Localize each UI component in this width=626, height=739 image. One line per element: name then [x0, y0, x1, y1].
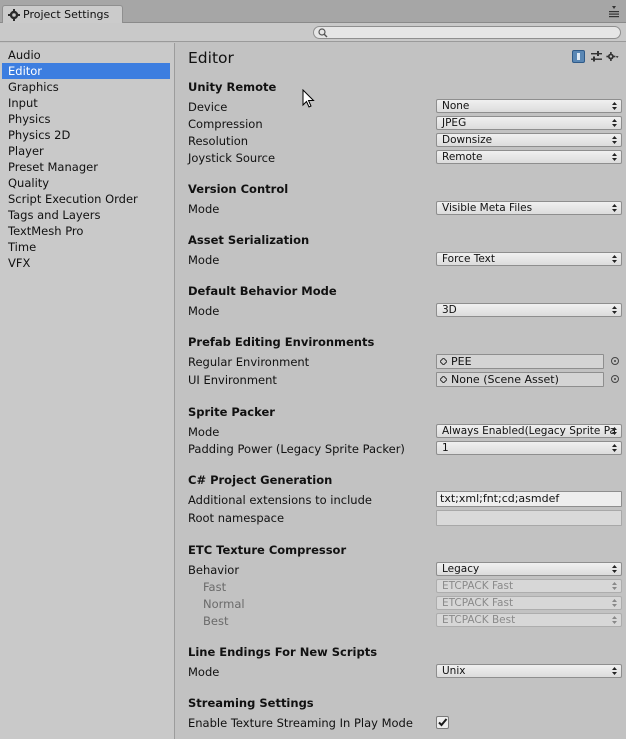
etc-best-dropdown[interactable]: ETCPACK Best — [436, 613, 622, 627]
sprite-packer-mode-dropdown[interactable]: Always Enabled(Legacy Sprite Pa — [436, 424, 622, 438]
serialization-mode-dropdown[interactable]: Force Text — [436, 252, 622, 266]
padding-power-label: Padding Power (Legacy Sprite Packer) — [188, 442, 405, 456]
sidebar: Audio Editor Graphics Input Physics Phys… — [0, 43, 175, 739]
etc-best-label: Best — [203, 614, 229, 628]
etc-normal-label: Normal — [203, 597, 245, 611]
dropdown-arrows-icon — [612, 306, 617, 314]
dropdown-arrows-icon — [612, 102, 617, 110]
tab-title: Project Settings — [23, 8, 110, 21]
dropdown-arrows-icon — [612, 565, 617, 573]
settings-gear-icon — [8, 8, 20, 21]
vc-mode-label: Mode — [188, 202, 220, 216]
root-namespace-field[interactable] — [436, 510, 622, 526]
behavior-mode-label: Mode — [188, 304, 220, 318]
search-icon — [318, 28, 328, 38]
dropdown-arrows-icon — [612, 153, 617, 161]
sidebar-item-input[interactable]: Input — [2, 95, 170, 111]
sidebar-item-quality[interactable]: Quality — [2, 175, 170, 191]
dropdown-arrows-icon — [612, 427, 617, 435]
sidebar-item-textmesh-pro[interactable]: TextMesh Pro — [2, 223, 170, 239]
section-line-endings: Line Endings For New Scripts — [188, 645, 378, 659]
etc-behavior-label: Behavior — [188, 563, 240, 577]
sidebar-item-script-execution-order[interactable]: Script Execution Order — [2, 191, 170, 207]
device-label: Device — [188, 100, 228, 114]
checkmark-icon — [438, 718, 448, 727]
resolution-dropdown[interactable]: Downsize — [436, 133, 622, 147]
joystick-source-label: Joystick Source — [188, 151, 276, 165]
section-default-behavior-mode: Default Behavior Mode — [188, 284, 337, 298]
sidebar-item-editor[interactable]: Editor — [2, 63, 170, 79]
dropdown-arrows-icon — [612, 204, 617, 212]
window-tab-strip: Project Settings — [0, 0, 626, 23]
section-csharp-project-generation: C# Project Generation — [188, 473, 333, 487]
sidebar-item-time[interactable]: Time — [2, 239, 170, 255]
settings-panel: Editor Unity Remote Device None Compress… — [176, 43, 626, 739]
dropdown-arrows-icon — [612, 136, 617, 144]
dropdown-arrows-icon — [612, 444, 617, 452]
sidebar-item-player[interactable]: Player — [2, 143, 170, 159]
dropdown-arrows-icon — [612, 616, 617, 624]
section-asset-serialization: Asset Serialization — [188, 233, 310, 247]
object-picker-icon[interactable] — [611, 375, 619, 383]
help-book-icon[interactable] — [572, 50, 585, 63]
dropdown-arrows-icon — [612, 667, 617, 675]
additional-extensions-field[interactable]: txt;xml;fnt;cd;asmdef — [436, 491, 622, 507]
padding-power-dropdown[interactable]: 1 — [436, 441, 622, 455]
etc-behavior-dropdown[interactable]: Legacy — [436, 562, 622, 576]
search-input[interactable] — [313, 26, 621, 39]
vc-mode-dropdown[interactable]: Visible Meta Files — [436, 201, 622, 215]
etc-fast-dropdown[interactable]: ETCPACK Fast — [436, 579, 622, 593]
sidebar-item-physics[interactable]: Physics — [2, 111, 170, 127]
device-dropdown[interactable]: None — [436, 99, 622, 113]
joystick-source-dropdown[interactable]: Remote — [436, 150, 622, 164]
line-endings-mode-dropdown[interactable]: Unix — [436, 664, 622, 678]
section-version-control: Version Control — [188, 182, 289, 196]
additional-extensions-label: Additional extensions to include — [188, 493, 372, 507]
dropdown-arrows-icon — [612, 119, 617, 127]
sidebar-item-vfx[interactable]: VFX — [2, 255, 170, 271]
serialization-mode-label: Mode — [188, 253, 220, 267]
dropdown-arrows-icon — [612, 599, 617, 607]
section-streaming-settings: Streaming Settings — [188, 696, 314, 710]
root-namespace-label: Root namespace — [188, 511, 285, 525]
section-sprite-packer: Sprite Packer — [188, 405, 275, 419]
toolbar — [0, 23, 626, 42]
compression-dropdown[interactable]: JPEG — [436, 116, 622, 130]
section-etc-texture-compressor: ETC Texture Compressor — [188, 543, 347, 557]
resolution-label: Resolution — [188, 134, 249, 148]
regular-environment-field[interactable]: PEE — [436, 354, 604, 369]
dropdown-arrows-icon — [612, 582, 617, 590]
preset-sliders-icon[interactable] — [590, 50, 603, 63]
project-settings-tab[interactable]: Project Settings — [2, 5, 123, 23]
scene-asset-icon — [440, 376, 447, 383]
etc-normal-dropdown[interactable]: ETCPACK Fast — [436, 596, 622, 610]
sidebar-item-tags-and-layers[interactable]: Tags and Layers — [2, 207, 170, 223]
line-endings-mode-label: Mode — [188, 665, 220, 679]
mouse-cursor-icon — [302, 89, 315, 108]
behavior-mode-dropdown[interactable]: 3D — [436, 303, 622, 317]
texture-streaming-label: Enable Texture Streaming In Play Mode — [188, 716, 413, 730]
sprite-packer-mode-label: Mode — [188, 425, 220, 439]
ui-environment-field[interactable]: None (Scene Asset) — [436, 372, 604, 387]
section-prefab-editing-environments: Prefab Editing Environments — [188, 335, 375, 349]
compression-label: Compression — [188, 117, 263, 131]
texture-streaming-checkbox[interactable] — [436, 716, 449, 729]
etc-fast-label: Fast — [203, 580, 227, 594]
page-title: Editor — [188, 49, 234, 67]
sidebar-item-physics-2d[interactable]: Physics 2D — [2, 127, 170, 143]
scene-asset-icon — [440, 358, 447, 365]
sidebar-item-graphics[interactable]: Graphics — [2, 79, 170, 95]
gear-menu-icon[interactable] — [606, 50, 619, 63]
window-menu-icon[interactable] — [606, 3, 622, 19]
object-picker-icon[interactable] — [611, 357, 619, 365]
dropdown-arrows-icon — [612, 255, 617, 263]
section-unity-remote: Unity Remote — [188, 80, 277, 94]
regular-environment-label: Regular Environment — [188, 355, 310, 369]
ui-environment-label: UI Environment — [188, 373, 277, 387]
sidebar-item-preset-manager[interactable]: Preset Manager — [2, 159, 170, 175]
sidebar-item-audio[interactable]: Audio — [2, 47, 170, 63]
